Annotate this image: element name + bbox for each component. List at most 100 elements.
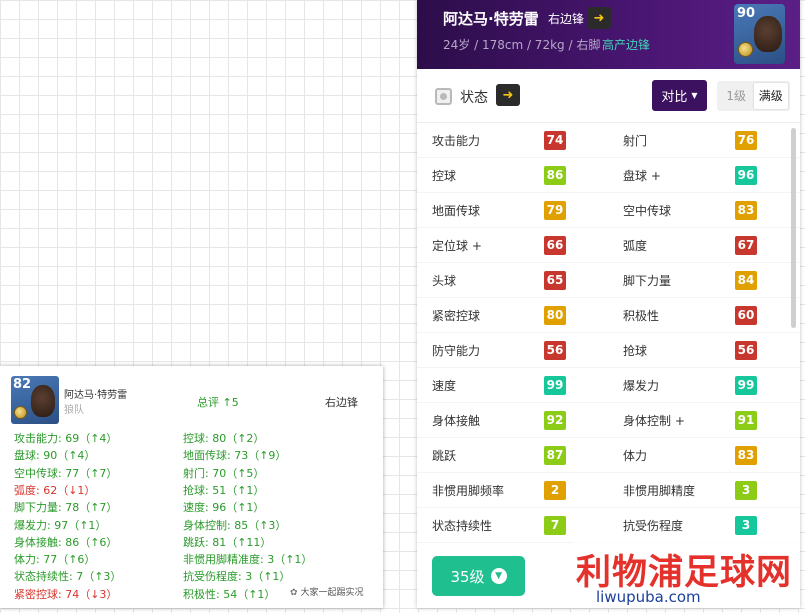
comparison-line: 身体接触: 86（↑6） bbox=[14, 535, 118, 549]
comparison-line: 攻击能力: 69（↑4） bbox=[14, 432, 118, 445]
stat-name: 定位球 + bbox=[432, 238, 482, 253]
stat-cell: 爆发力 99 bbox=[623, 375, 800, 395]
banner-url: liwupuba.com bbox=[596, 588, 701, 606]
stat-name: 非惯用脚精度 bbox=[623, 483, 696, 498]
stat-name: 空中传球 bbox=[623, 203, 672, 218]
status-toolbar: 状态 ➜ 对比 ▼ 1级 满级 bbox=[417, 69, 800, 123]
comparison-line: 体力: 77（↑6） bbox=[14, 553, 96, 567]
level-toggle: 1级 满级 bbox=[717, 81, 790, 111]
level-1-option[interactable]: 1级 bbox=[719, 83, 754, 109]
stat-cell: 头球 65 bbox=[432, 270, 622, 290]
stat-cell: 抗受伤程度 3 bbox=[623, 515, 800, 535]
stat-value: 76 bbox=[735, 130, 757, 150]
stat-value: 87 bbox=[544, 445, 566, 465]
club-badge-icon bbox=[14, 406, 27, 419]
stat-value: 79 bbox=[544, 200, 566, 220]
player-position: 右边锋 bbox=[548, 12, 585, 26]
chevron-down-icon: ▼ bbox=[490, 568, 507, 584]
stat-name: 盘球 + bbox=[623, 168, 661, 183]
comparison-line: 积极性: 54（↑1） bbox=[183, 587, 276, 601]
player-info: 24岁 / 178cm / 72kg / 右脚 bbox=[443, 38, 601, 52]
stat-name: 地面传球 bbox=[432, 203, 481, 218]
stat-cell: 抢球 56 bbox=[623, 340, 800, 360]
comparison-player-card: 82 bbox=[11, 376, 59, 424]
club-badge-icon bbox=[738, 42, 753, 57]
comparison-card: 82 阿达马·特劳雷 狼队 总评 ↑5 右边锋 攻击能力: 69（↑4） 盘球: … bbox=[0, 366, 383, 608]
stat-value: 83 bbox=[735, 445, 757, 465]
status-icon bbox=[435, 88, 452, 105]
stat-value: 86 bbox=[544, 165, 566, 185]
stat-name: 射门 bbox=[623, 133, 648, 148]
comparison-line: 脚下力量: 78（↑7） bbox=[14, 501, 118, 515]
stat-cell: 防守能力 56 bbox=[432, 340, 622, 360]
level-max-option[interactable]: 满级 bbox=[753, 83, 788, 109]
stat-cell: 非惯用脚频率 2 bbox=[432, 480, 622, 500]
stat-cell: 脚下力量 84 bbox=[623, 270, 800, 290]
stat-name: 积极性 bbox=[623, 308, 660, 323]
stat-value: 65 bbox=[544, 270, 566, 290]
comparison-line: 抗受伤程度: 3（↑1） bbox=[183, 570, 291, 584]
comparison-team: 狼队 bbox=[64, 405, 84, 416]
player-style-tag[interactable]: 高产边锋 bbox=[602, 36, 650, 53]
stat-cell: 体力 83 bbox=[623, 445, 800, 465]
stat-cell: 积极性 60 bbox=[623, 305, 800, 325]
stat-row: 状态持续性 7 抗受伤程度 3 bbox=[417, 508, 800, 543]
comparison-line: 弧度: 62（↓1） bbox=[14, 483, 96, 497]
stat-value: 3 bbox=[735, 515, 757, 535]
stat-row: 紧密控球 80 积极性 60 bbox=[417, 298, 800, 333]
status-label: 状态 bbox=[460, 90, 488, 106]
stat-name: 紧密控球 bbox=[432, 308, 481, 323]
stat-value: 99 bbox=[544, 375, 566, 395]
comparison-line: 非惯用脚精准度: 3（↑1） bbox=[183, 553, 313, 567]
stat-name: 体力 bbox=[623, 448, 648, 463]
stat-cell: 地面传球 79 bbox=[432, 200, 622, 220]
stat-name: 状态持续性 bbox=[432, 518, 493, 533]
stat-row: 头球 65 脚下力量 84 bbox=[417, 263, 800, 298]
stat-name: 脚下力量 bbox=[623, 273, 672, 288]
watermark: ✿ 大家一起踢实况 bbox=[290, 585, 364, 598]
stat-value: 91 bbox=[735, 410, 757, 430]
player-name: 阿达马·特劳雷 bbox=[443, 10, 539, 28]
stat-name: 身体控制 + bbox=[623, 413, 685, 428]
stat-row: 定位球 + 66 弧度 67 bbox=[417, 228, 800, 263]
comparison-total: 总评 ↑5 bbox=[197, 396, 239, 409]
stat-name: 身体接触 bbox=[432, 413, 481, 428]
stat-name: 弧度 bbox=[623, 238, 648, 253]
stat-value: 56 bbox=[735, 340, 757, 360]
stat-row: 速度 99 爆发力 99 bbox=[417, 368, 800, 403]
stat-name: 非惯用脚频率 bbox=[432, 483, 505, 498]
arrow-right-icon[interactable]: ➜ bbox=[587, 7, 611, 29]
stat-row: 身体接触 92 身体控制 + 91 bbox=[417, 403, 800, 438]
stat-name: 控球 bbox=[432, 168, 457, 183]
comparison-line: 空中传球: 77（↑7） bbox=[14, 466, 118, 480]
stat-cell: 盘球 + 96 bbox=[623, 165, 800, 185]
level-select-button[interactable]: 35级 ▼ bbox=[432, 556, 525, 596]
stat-name: 跳跃 bbox=[432, 448, 457, 463]
player-rating: 90 bbox=[737, 6, 756, 21]
comparison-line: 抢球: 51（↑1） bbox=[183, 483, 265, 497]
stat-cell: 定位球 + 66 bbox=[432, 235, 622, 255]
stat-cell: 空中传球 83 bbox=[623, 200, 800, 220]
arrow-right-icon[interactable]: ➜ bbox=[496, 84, 520, 106]
player-header: 阿达马·特劳雷 右边锋 ➜ 24岁 / 178cm / 72kg / 右脚 高产… bbox=[417, 0, 800, 69]
comparison-line: 地面传球: 73（↑9） bbox=[183, 449, 287, 463]
stat-row: 非惯用脚频率 2 非惯用脚精度 3 bbox=[417, 473, 800, 508]
stat-row: 控球 86 盘球 + 96 bbox=[417, 158, 800, 193]
stat-row: 攻击能力 74 射门 76 bbox=[417, 123, 800, 158]
comparison-line: 射门: 70（↑5） bbox=[183, 466, 265, 480]
stat-row: 地面传球 79 空中传球 83 bbox=[417, 193, 800, 228]
scrollbar[interactable] bbox=[791, 128, 796, 328]
comparison-line: 控球: 80（↑2） bbox=[183, 432, 265, 445]
comparison-line: 紧密控球: 74（↓3） bbox=[14, 587, 118, 601]
comparison-line: 跳跃: 81（↑11） bbox=[183, 535, 272, 549]
comparison-line: 爆发力: 97（↑1） bbox=[14, 518, 107, 532]
stat-cell: 攻击能力 74 bbox=[432, 130, 622, 150]
stat-name: 头球 bbox=[432, 273, 457, 288]
stat-value: 84 bbox=[735, 270, 757, 290]
compare-button[interactable]: 对比 ▼ bbox=[652, 80, 707, 111]
comparison-line: 状态持续性: 7（↑3） bbox=[14, 570, 122, 584]
site-banner: 利物浦足球网 liwupuba.com bbox=[572, 541, 800, 608]
wechat-icon: ✿ bbox=[290, 588, 298, 598]
stat-name: 防守能力 bbox=[432, 343, 481, 358]
comparison-player-photo bbox=[31, 385, 55, 417]
